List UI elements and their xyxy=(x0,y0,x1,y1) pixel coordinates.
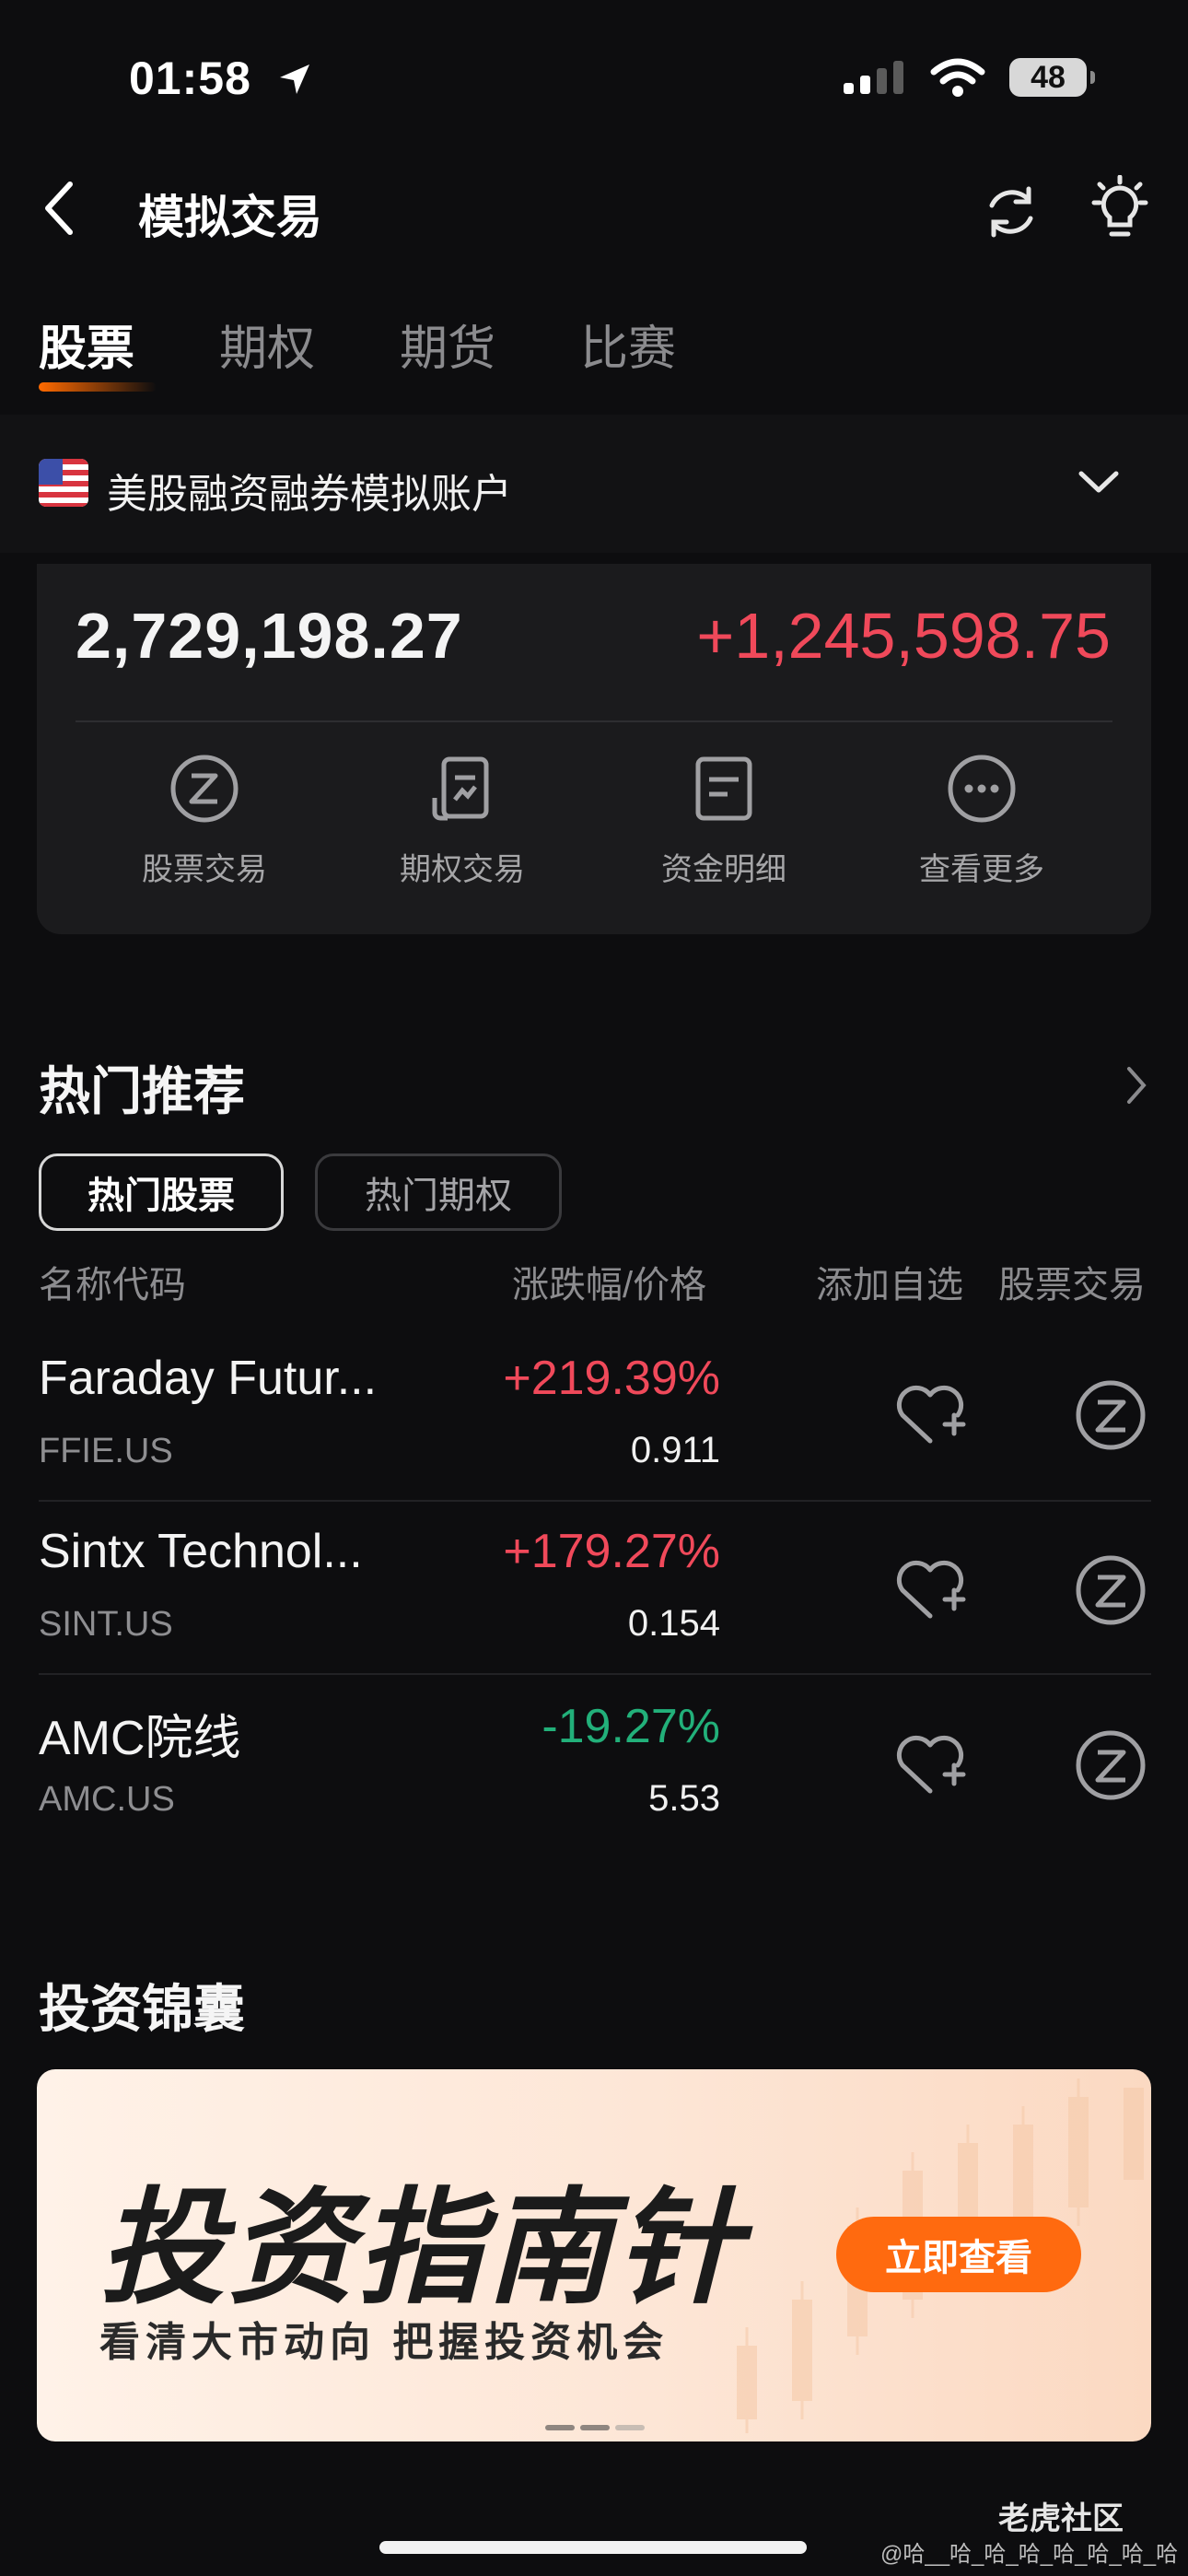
stock-row[interactable]: AMC院线 AMC.US -19.27% 5.53 xyxy=(0,1675,1188,1850)
carousel-dot xyxy=(580,2425,610,2430)
battery-indicator: 48 xyxy=(1009,58,1095,97)
option-trade-action[interactable]: 期权交易 xyxy=(370,754,554,889)
us-flag-icon xyxy=(39,459,88,507)
stock-name: AMC院线 xyxy=(39,1712,241,1765)
trade-icon xyxy=(1076,1730,1146,1800)
view-now-button[interactable]: 立即查看 xyxy=(836,2217,1081,2292)
stock-code: SINT.US xyxy=(39,1605,173,1644)
heart-plus-icon xyxy=(896,1560,966,1619)
stock-price: 0.154 xyxy=(627,1603,720,1644)
stock-code: AMC.US xyxy=(39,1780,175,1819)
tab-options[interactable]: 期权 xyxy=(219,310,315,379)
more-icon xyxy=(947,754,1017,824)
chevron-down-icon[interactable] xyxy=(1077,470,1120,500)
cellular-signal-icon xyxy=(844,61,903,94)
heart-plus-icon xyxy=(896,1385,966,1444)
filter-hot-options[interactable]: 热门期权 xyxy=(315,1153,562,1231)
add-watchlist-button[interactable] xyxy=(893,1382,967,1451)
trade-icon xyxy=(1076,1380,1146,1450)
stock-trade-action[interactable]: 股票交易 xyxy=(112,754,297,889)
lightbulb-icon xyxy=(1091,175,1148,237)
stock-name: Sintx Technol... xyxy=(39,1525,363,1578)
trade-stock-button[interactable] xyxy=(1074,1378,1147,1457)
user-watermark: @哈__哈_哈_哈_哈_哈_哈_哈 xyxy=(880,2542,1179,2567)
chevron-right-icon[interactable] xyxy=(1125,1065,1147,1110)
profit-loss: +1,245,598.75 xyxy=(696,600,1111,672)
hot-section-title: 热门推荐 xyxy=(39,1062,245,1120)
heart-plus-icon xyxy=(896,1735,966,1794)
filter-hot-stocks[interactable]: 热门股票 xyxy=(39,1153,284,1231)
trade-stock-button[interactable] xyxy=(1074,1553,1147,1632)
stock-row[interactable]: Faraday Futur... FFIE.US +219.39% 0.911 xyxy=(0,1327,1188,1502)
divider xyxy=(76,720,1112,722)
trade-icon xyxy=(169,754,239,824)
page-title: 模拟交易 xyxy=(138,192,322,243)
status-time: 01:58 xyxy=(129,53,251,104)
trade-stock-button[interactable] xyxy=(1074,1728,1147,1807)
tab-competition[interactable]: 比赛 xyxy=(580,310,676,379)
trade-icon xyxy=(1076,1555,1146,1625)
status-indicators: 48 xyxy=(842,57,1095,98)
carousel-dot xyxy=(545,2425,575,2430)
stock-change: -19.27% xyxy=(542,1700,720,1753)
add-watchlist-button[interactable] xyxy=(893,1557,967,1626)
community-watermark: 老虎社区 xyxy=(998,2501,1124,2536)
stock-change: +179.27% xyxy=(503,1525,720,1578)
action-label: 股票交易 xyxy=(142,852,267,887)
carousel-dot xyxy=(615,2425,645,2430)
column-change: 涨跌幅/价格 xyxy=(512,1265,707,1306)
fund-details-action[interactable]: 资金明细 xyxy=(632,754,816,889)
tab-futures[interactable]: 期货 xyxy=(400,310,495,379)
stock-price: 5.53 xyxy=(648,1778,720,1819)
column-trade: 股票交易 xyxy=(998,1265,1146,1306)
invest-section-title: 投资锦囊 xyxy=(39,1980,245,2038)
chevron-left-icon xyxy=(45,181,73,235)
wifi-icon xyxy=(930,58,985,97)
reset-button[interactable] xyxy=(980,181,1042,243)
stock-code: FFIE.US xyxy=(39,1432,173,1470)
stock-price: 0.911 xyxy=(630,1430,720,1470)
back-button[interactable] xyxy=(31,181,87,236)
stock-change: +219.39% xyxy=(503,1352,720,1405)
location-arrow-icon xyxy=(276,61,313,102)
action-label: 资金明细 xyxy=(661,852,786,887)
carousel-indicator xyxy=(545,2425,645,2430)
tips-button[interactable] xyxy=(1087,175,1153,245)
document-icon xyxy=(689,754,759,824)
stock-name: Faraday Futur... xyxy=(39,1352,378,1405)
view-more-action[interactable]: 查看更多 xyxy=(890,754,1074,889)
column-name: 名称代码 xyxy=(39,1265,186,1306)
option-icon xyxy=(427,754,497,824)
refresh-icon xyxy=(989,186,1033,238)
action-label: 期权交易 xyxy=(400,852,525,887)
asset-tabs: 股票 期权 期货 比赛 xyxy=(39,310,761,392)
total-assets: 2,729,198.27 xyxy=(76,600,463,672)
action-label: 查看更多 xyxy=(919,852,1044,887)
banner-title: 投资指南针 xyxy=(99,2178,744,2318)
banner-subtitle: 看清大市动向 把握投资机会 xyxy=(99,2320,670,2365)
tab-stocks[interactable]: 股票 xyxy=(39,310,157,392)
column-watchlist: 添加自选 xyxy=(816,1265,963,1306)
stock-row[interactable]: Sintx Technol... SINT.US +179.27% 0.154 xyxy=(0,1502,1188,1677)
add-watchlist-button[interactable] xyxy=(893,1732,967,1801)
home-indicator[interactable] xyxy=(379,2541,807,2554)
account-name: 美股融资融券模拟账户 xyxy=(107,472,512,517)
